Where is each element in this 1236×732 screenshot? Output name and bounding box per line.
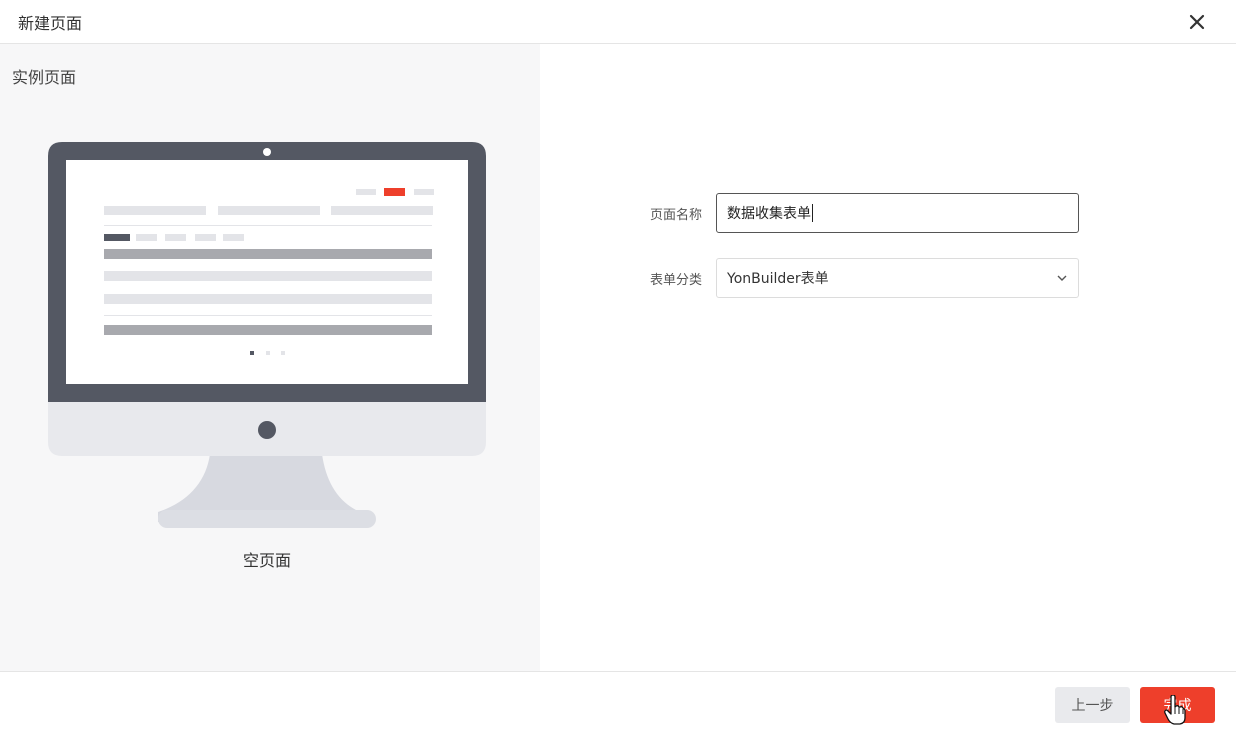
text-caret xyxy=(812,204,813,222)
page-name-label: 页面名称 xyxy=(649,207,702,223)
monitor-blank-page-icon[interactable] xyxy=(48,142,486,532)
page-name-value: 数据收集表单 xyxy=(727,206,811,222)
page-form: 页面名称 数据收集表单 表单分类 YonBuilder表单 xyxy=(540,44,1236,671)
finish-button[interactable]: 完成 xyxy=(1140,687,1215,723)
prev-step-button[interactable]: 上一步 xyxy=(1055,687,1130,723)
page-name-input[interactable]: 数据收集表单 xyxy=(716,193,1079,233)
dialog-title: 新建页面 xyxy=(18,13,83,33)
template-section-title: 实例页面 xyxy=(12,68,77,87)
chevron-down-icon xyxy=(1057,275,1067,281)
template-panel: 实例页面 空页面 xyxy=(0,44,540,671)
dialog-footer: 上一步 完成 xyxy=(0,671,1236,732)
form-category-row: 表单分类 YonBuilder表单 xyxy=(540,258,1079,298)
form-category-value: YonBuilder表单 xyxy=(727,271,829,287)
close-icon[interactable] xyxy=(1184,9,1210,35)
form-category-label: 表单分类 xyxy=(649,272,702,288)
template-caption: 空页面 xyxy=(242,551,291,570)
new-page-dialog: 新建页面 实例页面 空页面 页面名称 数据收集表单 表单分类 YonBuilde… xyxy=(0,0,1236,732)
dialog-header: 新建页面 xyxy=(0,0,1236,44)
form-category-select[interactable]: YonBuilder表单 xyxy=(716,258,1079,298)
page-name-row: 页面名称 数据收集表单 xyxy=(540,193,1079,233)
